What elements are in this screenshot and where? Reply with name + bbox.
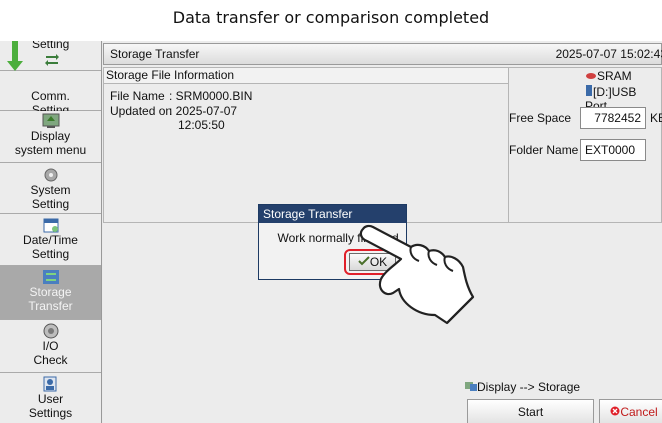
cancel-button[interactable]: Cancel [599,399,662,423]
free-space-value: 7782452 [580,107,646,129]
device-screen: Setting Comm. Setting Display system men… [0,41,662,423]
down-arrow-icon [7,41,23,71]
folder-name-label: Folder Name [509,143,579,157]
file-name-value: : SRM0000.BIN [169,89,253,103]
sidebar-item-label: Display system menu [14,129,87,157]
sidebar-item-label: Storage Transfer [28,285,73,313]
screen-title: Storage Transfer [110,47,200,61]
display-icon [42,113,59,128]
sidebar-item-user[interactable]: User Settings [0,373,101,423]
sidebar-item-label: Setting [32,41,70,51]
free-space-label: Free Space [509,111,572,125]
display-to-storage-icon [465,382,477,391]
sidebar-item-system[interactable]: System Setting [0,163,101,214]
file-info-panel: Storage File Information File Name : SRM… [103,67,509,223]
gear-icon [44,168,57,182]
sidebar-item-label: System Setting [30,183,71,211]
user-icon [43,376,56,392]
direction-label: Display --> Storage [477,380,581,394]
setting-icon [45,54,59,66]
calendar-icon [43,218,58,233]
file-name-label: File Name [110,89,165,103]
storage-panel: SRAM [D:]USB Port Free Space 7782452 KB … [509,67,662,223]
io-icon [43,323,58,339]
cancel-label: Cancel [620,405,658,419]
storage-icon [42,270,59,284]
sram-icon [586,73,596,79]
sidebar: Setting Comm. Setting Display system men… [0,41,102,423]
datetime-display: 2025-07-07 15:02:43 [555,47,662,61]
pointing-hand-icon [359,224,475,325]
free-space-unit: KB [650,111,662,125]
folder-name-field[interactable]: EXT0000 [580,139,646,161]
sidebar-item-io[interactable]: I/O Check [0,320,101,373]
sidebar-item-display[interactable]: Display system menu [0,111,101,163]
source-sram: SRAM [585,69,632,83]
sidebar-item-label: Date/Time Setting [23,233,78,261]
title-bar: Storage Transfer 2025-07-07 15:02:43 [103,43,662,65]
file-info-heading: Storage File Information [104,68,508,84]
page-caption: Data transfer or comparison completed [172,8,490,27]
usb-icon [586,85,592,96]
updated-date: : 2025-07-07 [169,104,238,118]
sidebar-item-comm[interactable]: Comm. Setting [0,71,101,117]
sidebar-item-datetime[interactable]: Date/Time Setting [0,214,101,266]
sidebar-item-label: I/O Check [33,339,68,367]
sidebar-item-storage[interactable]: Storage Transfer [0,266,101,320]
start-button[interactable]: Start [467,399,594,423]
updated-time: 12:05:50 [178,118,225,132]
transfer-direction: Display --> Storage [465,380,580,394]
updated-label: Updated on [110,104,173,118]
source-label: SRAM [597,69,632,83]
sidebar-item-label: User Settings [28,392,73,420]
sidebar-item-setting[interactable]: Setting [0,41,101,71]
cancel-icon [610,406,620,416]
